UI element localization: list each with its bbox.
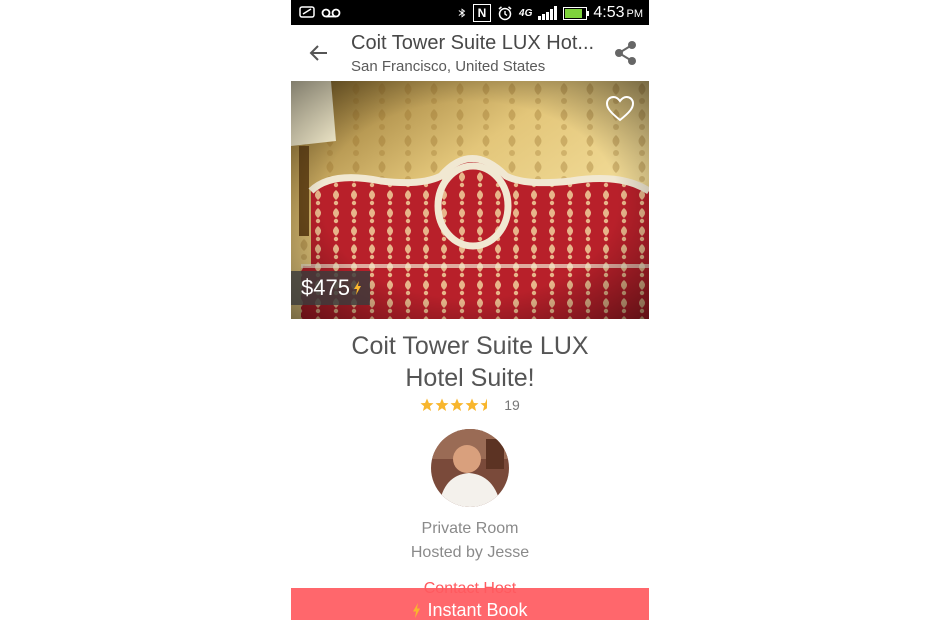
heart-icon[interactable]: [605, 95, 635, 123]
review-count: 19: [504, 397, 520, 413]
instant-book-label: Instant Book: [427, 600, 528, 620]
host-avatar[interactable]: [431, 429, 509, 507]
toolbar-title-block: Coit Tower Suite LUX Hot... San Francisc…: [351, 32, 601, 75]
bluetooth-icon: [458, 8, 466, 18]
lte-icon: 4G: [519, 7, 533, 19]
star-icon: [465, 398, 479, 411]
toolbar-title: Coit Tower Suite LUX Hot...: [351, 32, 595, 54]
star-icon: [435, 398, 449, 411]
rating-row[interactable]: 19: [291, 397, 649, 413]
back-arrow-icon[interactable]: [305, 40, 333, 66]
star-icon: [420, 398, 434, 411]
toolbar-subtitle: San Francisco, United States: [351, 58, 546, 75]
listing-photo[interactable]: $475: [291, 81, 649, 319]
battery-icon: [563, 6, 590, 20]
nfc-icon: N: [473, 4, 492, 22]
status-bar-left: [299, 4, 341, 20]
status-bar-right: N 4G 4:53 PM: [457, 4, 643, 22]
status-bar: N 4G 4:53 PM: [291, 0, 649, 25]
star-icon: [450, 398, 464, 411]
half-star-icon: [480, 398, 488, 411]
hosted-by: Hosted by Jesse: [410, 544, 530, 561]
host-photo: [431, 429, 509, 507]
share-icon[interactable]: [613, 39, 639, 67]
notification-icon: [299, 6, 315, 18]
voicemail-icon: [321, 8, 341, 18]
alarm-icon: [498, 6, 512, 21]
toolbar: Coit Tower Suite LUX Hot... San Francisc…: [291, 25, 649, 81]
phone-screen: N 4G 4:53 PM Coit Tower Suite LUX Hot... …: [291, 0, 649, 620]
clock: 4:53 PM: [593, 4, 643, 21]
room-type: Private Room: [421, 520, 519, 537]
price-badge: $475: [291, 271, 370, 305]
star-rating: [420, 398, 494, 412]
bolt-icon: [413, 603, 421, 618]
signal-icon: [538, 6, 558, 20]
instant-book-button[interactable]: Instant Book: [291, 588, 649, 620]
listing-title: Coit Tower Suite LUX Hotel Suite!: [351, 332, 589, 392]
bolt-icon: [353, 281, 361, 295]
nightly-price: $475: [301, 275, 350, 300]
